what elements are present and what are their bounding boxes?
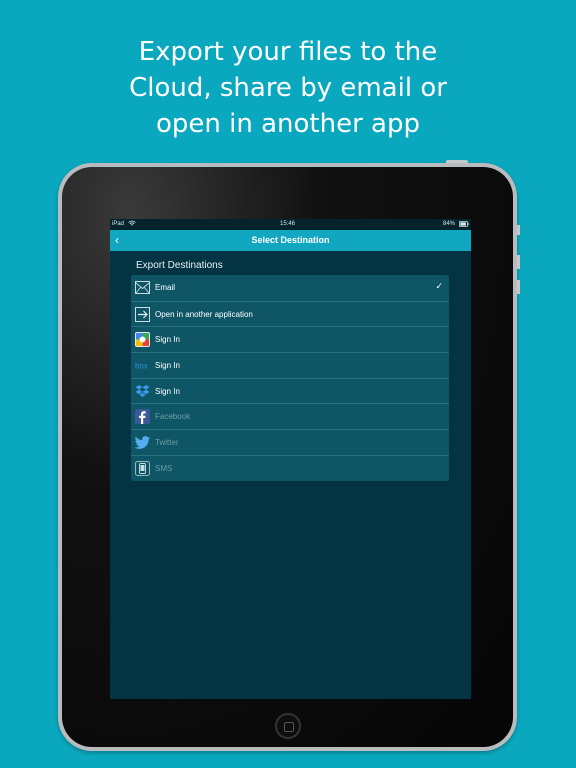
destination-label: Sign In	[155, 335, 180, 345]
destination-email[interactable]: Email ✓	[131, 275, 449, 301]
destination-label: Sign In	[155, 386, 180, 396]
destination-twitter[interactable]: Twitter	[131, 429, 449, 455]
destination-facebook[interactable]: Facebook	[131, 403, 449, 429]
home-button[interactable]	[275, 713, 301, 739]
battery-percent: 84%	[443, 221, 456, 227]
destination-open-in[interactable]: Open in another application	[131, 300, 449, 327]
headline-line-2: Cloud, share by email or	[129, 73, 447, 103]
sleep-button	[446, 160, 468, 163]
ipad-screen: iPad 15:46 84% ‹ Select Destination Expo…	[110, 219, 471, 699]
destination-label: SMS	[155, 463, 173, 473]
svg-text:box: box	[135, 361, 148, 370]
destination-dropbox[interactable]: Sign In	[131, 377, 449, 404]
open-in-icon	[135, 306, 150, 322]
destination-google-drive[interactable]: Sign In	[131, 326, 449, 352]
destination-label: Email	[155, 283, 176, 292]
volume-down-button	[517, 280, 520, 294]
envelope-icon	[135, 280, 150, 295]
destination-label: Facebook	[155, 412, 191, 422]
facebook-icon	[135, 409, 150, 425]
destination-label: Sign In	[155, 361, 180, 371]
destination-box[interactable]: box Sign In	[131, 352, 449, 378]
phone-icon	[135, 460, 150, 476]
headline: Export your files to the Cloud, share by…	[0, 34, 576, 142]
box-icon: box	[135, 358, 150, 373]
twitter-icon	[135, 435, 150, 450]
headline-line-1: Export your files to the	[138, 37, 438, 67]
volume-switch	[517, 225, 520, 235]
section-title: Export Destinations	[136, 260, 223, 271]
wifi-icon	[128, 220, 136, 229]
volume-up-button	[517, 255, 520, 269]
destinations-list: Email ✓ Open in another application Sign…	[131, 275, 449, 481]
destination-sms[interactable]: SMS	[131, 454, 449, 481]
destination-label: Open in another application	[155, 309, 253, 319]
headline-line-3: open in another app	[156, 109, 420, 139]
status-bar: iPad 15:46 84%	[110, 219, 471, 230]
google-drive-icon	[135, 332, 150, 348]
checkmark-icon: ✓	[435, 281, 443, 291]
nav-title: Select Destination	[251, 235, 330, 245]
destination-label: Twitter	[155, 438, 179, 448]
dropbox-icon	[135, 384, 150, 399]
carrier-label: iPad	[112, 221, 125, 227]
navigation-bar: ‹ Select Destination	[110, 230, 471, 251]
battery-icon	[459, 221, 469, 229]
clock: 15:46	[280, 221, 296, 227]
